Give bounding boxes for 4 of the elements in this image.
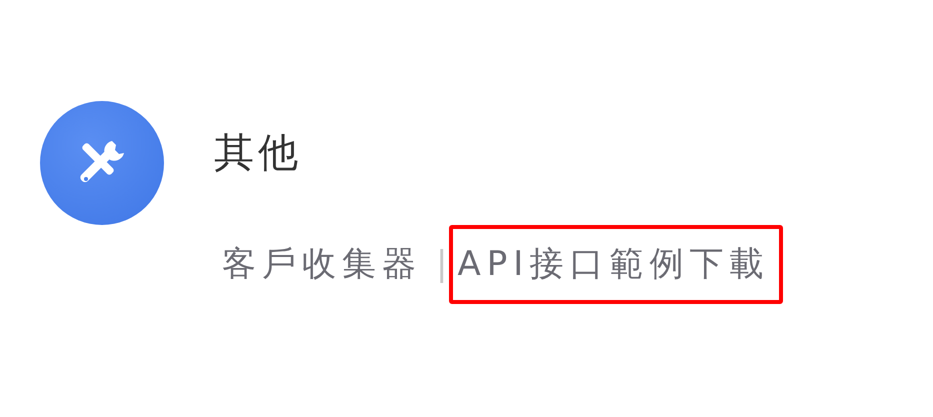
separator: | (436, 242, 448, 286)
section-title: 其他 (214, 133, 303, 173)
download-link[interactable]: 客戶收集器 (214, 231, 434, 298)
download-link[interactable]: API接口範例下載 (449, 225, 784, 304)
